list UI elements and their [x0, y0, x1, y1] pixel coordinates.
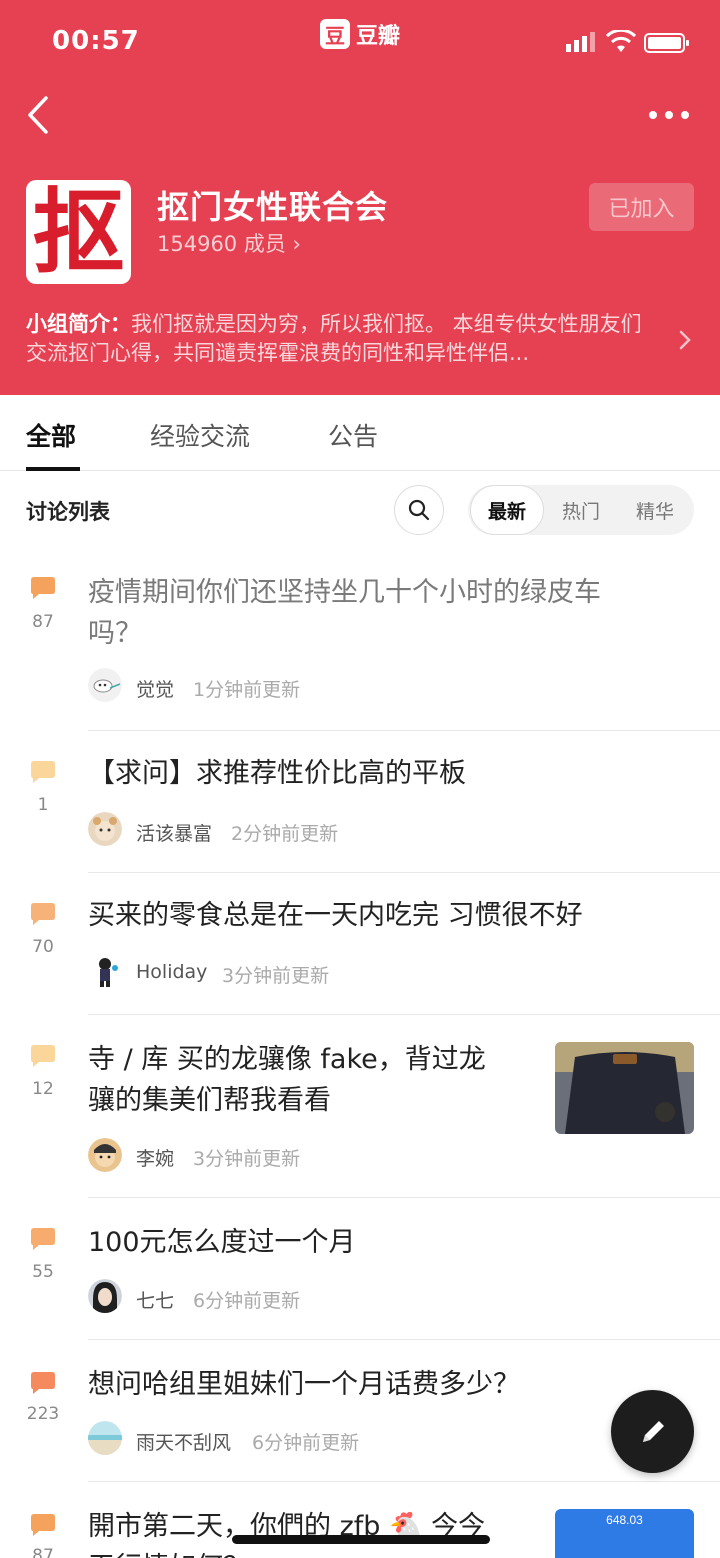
chevron-right-icon[interactable] [676, 328, 694, 352]
sort-latest[interactable]: 最新 [470, 485, 544, 535]
reply-count: 87 [32, 1546, 54, 1558]
post-title-line: 骧的集美们帮我看看 [88, 1085, 331, 1116]
post-title: 100元怎么度过一个月 [88, 1227, 356, 1258]
group-title: 抠门女性联合会 [157, 188, 389, 226]
home-indicator [232, 1535, 490, 1544]
discussion-list-title: 讨论列表 [26, 500, 110, 524]
post-time: 3分钟前更新 [222, 965, 330, 987]
comment-icon [31, 903, 55, 925]
avatar[interactable] [88, 668, 122, 702]
sort-switch: 最新 热门 精华 [468, 485, 694, 535]
avatar[interactable] [88, 1138, 122, 1172]
group-intro[interactable]: 小组简介：我们抠就是因为穷，所以我们抠。 本组专供女性朋友们交流抠门心得，共同谴… [26, 310, 658, 368]
member-count-link[interactable]: 154960 成员 › [157, 228, 301, 258]
wifi-icon [606, 30, 636, 52]
sort-hot[interactable]: 热门 [544, 485, 618, 535]
group-header: 00:57 豆 豆瓣 抠 抠门女性联合会 154960 成员 › 已加入 小组简… [0, 0, 720, 395]
comment-icon [31, 1045, 55, 1067]
avatar[interactable] [88, 1421, 122, 1455]
sort-featured[interactable]: 精华 [618, 485, 692, 535]
post-item[interactable]: 223 想问哈组里姐妹们一个月话费多少？ 雨天不刮风 6分钟前更新 [0, 1340, 720, 1482]
reply-count: 223 [26, 1404, 60, 1424]
post-item[interactable]: 87 開市第二天，你們的 zfb 🐔 今今 天行情如何？ 648.03 [0, 1482, 720, 1558]
post-title: 疫情期间你们还坚持坐几十个小时的绿皮车 吗？ [88, 572, 601, 654]
post-title: 想问哈组里姐妹们一个月话费多少？ [88, 1369, 520, 1400]
tab-announcement[interactable]: 公告 [328, 417, 378, 453]
post-author[interactable]: Holiday [136, 961, 207, 983]
post-title-line: 疫情期间你们还坚持坐几十个小时的绿皮车 [88, 577, 601, 608]
more-options-button[interactable] [646, 100, 692, 130]
comment-icon [31, 1372, 55, 1394]
post-title-line: 吗？ [88, 618, 142, 649]
post-item[interactable]: 12 寺 / 库 买的龙骧像 fake，背过龙 骧的集美们帮我看看 李婉 3分钟… [0, 1015, 720, 1198]
pencil-icon [642, 1420, 664, 1442]
post-time: 6分钟前更新 [252, 1432, 360, 1454]
battery-icon [644, 33, 689, 53]
post-author[interactable]: 觉觉 [136, 675, 174, 702]
status-time: 00:57 [52, 26, 140, 56]
post-title: 開市第二天，你們的 zfb 🐔 今今 天行情如何？ [88, 1506, 528, 1558]
post-item[interactable]: 55 100元怎么度过一个月 七七 6分钟前更新 [0, 1198, 720, 1340]
post-title: 【求问】求推荐性价比高的平板 [88, 758, 466, 789]
post-title-line: 寺 / 库 买的龙骧像 fake，背过龙 [88, 1044, 486, 1075]
post-item[interactable]: 87 疫情期间你们还坚持坐几十个小时的绿皮车 吗？ 觉觉 1分钟前更新 [0, 555, 720, 731]
reply-count: 87 [32, 612, 54, 632]
post-author[interactable]: 活该暴富 [136, 819, 212, 846]
comment-icon [31, 761, 55, 783]
post-time: 6分钟前更新 [193, 1290, 301, 1312]
tab-all[interactable]: 全部 [26, 417, 76, 453]
post-author[interactable]: 李婉 [136, 1144, 174, 1171]
tab-bar: 全部 经验交流 公告 [0, 395, 720, 471]
post-thumbnail[interactable]: 648.03 [555, 1509, 694, 1558]
back-button[interactable] [22, 92, 62, 138]
active-tab-indicator [26, 467, 80, 471]
group-logo-char: 抠 [32, 180, 125, 284]
reply-count: 12 [32, 1079, 54, 1099]
joined-button[interactable]: 已加入 [589, 183, 694, 231]
reply-count: 1 [37, 795, 49, 815]
status-bar: 00:57 豆 豆瓣 [0, 0, 720, 80]
search-icon [408, 499, 430, 521]
post-time: 2分钟前更新 [231, 823, 339, 845]
post-title: 寺 / 库 买的龙骧像 fake，背过龙 骧的集美们帮我看看 [88, 1039, 528, 1121]
intro-label: 小组简介： [26, 312, 131, 336]
avatar[interactable] [88, 812, 122, 846]
group-logo[interactable]: 抠 [26, 180, 131, 284]
avatar[interactable] [88, 954, 122, 988]
post-author[interactable]: 雨天不刮风 [136, 1428, 231, 1455]
post-title: 买来的零食总是在一天内吃完 习惯很不好 [88, 900, 583, 931]
brand-label: 豆瓣 [356, 24, 401, 49]
post-item[interactable]: 1 【求问】求推荐性价比高的平板 活该暴富 2分钟前更新 [0, 731, 720, 873]
reply-count: 70 [32, 937, 54, 957]
post-time: 1分钟前更新 [193, 679, 301, 701]
comment-icon [31, 1514, 55, 1536]
search-button[interactable] [394, 485, 444, 535]
tab-experience[interactable]: 经验交流 [150, 417, 250, 453]
post-time: 3分钟前更新 [193, 1148, 301, 1170]
avatar[interactable] [88, 1279, 122, 1313]
signal-icon [566, 32, 595, 52]
post-thumbnail[interactable] [555, 1042, 694, 1134]
post-author[interactable]: 七七 [136, 1286, 174, 1313]
reply-count: 55 [32, 1262, 54, 1282]
post-item[interactable]: 70 买来的零食总是在一天内吃完 习惯很不好 Holiday 3分钟前更新 [0, 873, 720, 1015]
douban-logo-icon: 豆 [320, 19, 350, 49]
post-title-line: 天行情如何？ [88, 1547, 528, 1558]
comment-icon [31, 1228, 55, 1250]
compose-button[interactable] [611, 1390, 694, 1473]
comment-icon [31, 577, 55, 599]
douban-brand: 豆 豆瓣 [320, 18, 400, 50]
thumbnail-amount: 648.03 [606, 1513, 643, 1527]
